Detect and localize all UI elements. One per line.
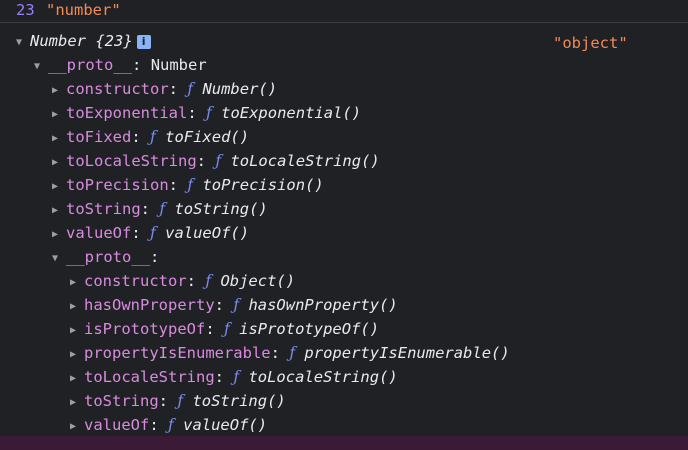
property-key: toFixed [66,128,132,146]
property-row[interactable]: ▶ valueOf: ƒ valueOf() [70,413,267,437]
function-icon: ƒ [177,392,184,410]
property-row[interactable]: ▶ toLocaleString: ƒ toLocaleString() [70,365,398,389]
property-key: toLocaleString [84,368,215,386]
function-icon: ƒ [224,320,230,338]
proto-row-object[interactable]: ▼ __proto__: [52,245,159,269]
property-row[interactable]: ▶ hasOwnProperty: ƒ hasOwnProperty() [70,293,398,317]
function-signature: propertyIsEnumerable() [304,344,510,362]
function-signature: toLocaleString() [248,368,398,386]
function-signature: toExponential() [221,104,362,122]
property-key: toLocaleString [66,152,197,170]
function-signature: Number() [202,80,278,98]
function-signature: toPrecision() [202,176,324,194]
collapsed-triangle-icon[interactable]: ▶ [70,367,84,391]
logged-number: 23 [16,1,35,19]
collapsed-triangle-icon[interactable]: ▶ [52,103,66,127]
function-icon: ƒ [159,200,166,218]
property-row[interactable]: ▶ toString: ƒ toString() [70,389,286,413]
property-key: constructor [84,272,187,290]
collapsed-triangle-icon[interactable]: ▶ [70,319,84,343]
property-key: isPrototypeOf [84,320,206,338]
function-signature: toFixed() [165,128,250,146]
logged-type-string: "number" [46,1,121,19]
expand-triangle-icon[interactable]: ▼ [16,31,30,55]
info-icon[interactable]: i [136,35,151,49]
property-key: toPrecision [66,176,169,194]
property-row[interactable]: ▶ isPrototypeOf: ƒ isPrototypeOf() [70,317,379,341]
property-row[interactable]: ▶ toPrecision: ƒ toPrecision() [52,173,324,197]
property-row[interactable]: ▶ constructor: ƒ Number() [52,77,277,101]
expand-triangle-icon[interactable]: ▼ [52,247,66,271]
function-signature: Object() [220,272,296,290]
root-object-row[interactable]: ▼ Number {23} i [16,29,151,53]
property-row[interactable]: ▶ valueOf: ƒ valueOf() [52,221,249,245]
function-icon: ƒ [150,224,156,242]
collapsed-triangle-icon[interactable]: ▶ [52,223,66,247]
function-icon: ƒ [187,176,194,194]
collapsed-triangle-icon[interactable]: ▶ [52,127,66,151]
console-bottom-bar [0,436,688,450]
collapsed-triangle-icon[interactable]: ▶ [70,271,84,295]
function-icon: ƒ [233,296,240,314]
proto-key: __proto__ [48,56,132,74]
console-log-line: 23 "number" [0,0,688,23]
proto-value: Number [150,56,207,74]
function-icon: ƒ [206,104,212,122]
function-icon: ƒ [205,272,212,290]
collapsed-triangle-icon[interactable]: ▶ [52,175,66,199]
function-icon: ƒ [150,128,156,146]
property-key: toExponential [66,104,188,122]
function-icon: ƒ [168,416,174,434]
proto-key: __proto__ [66,248,150,266]
typeof-result: "object" [553,34,628,52]
collapsed-triangle-icon[interactable]: ▶ [52,79,66,103]
collapsed-triangle-icon[interactable]: ▶ [70,343,84,367]
function-signature: hasOwnProperty() [248,296,398,314]
collapsed-triangle-icon[interactable]: ▶ [70,295,84,319]
property-row[interactable]: ▶ toLocaleString: ƒ toLocaleString() [52,149,380,173]
property-row[interactable]: ▶ toString: ƒ toString() [52,197,268,221]
function-signature: toString() [174,200,268,218]
property-row[interactable]: ▶ constructor: ƒ Object() [70,269,295,293]
object-class-label: Number [30,32,86,50]
property-row[interactable]: ▶ toExponential: ƒ toExponential() [52,101,361,125]
function-icon: ƒ [215,152,222,170]
property-key: toString [84,392,159,410]
function-signature: toLocaleString() [230,152,380,170]
function-signature: toString() [192,392,286,410]
function-signature: valueOf() [183,416,268,434]
function-icon: ƒ [187,80,194,98]
function-icon: ƒ [289,344,296,362]
property-key: constructor [66,80,169,98]
collapsed-triangle-icon[interactable]: ▶ [52,199,66,223]
property-row[interactable]: ▶ toFixed: ƒ toFixed() [52,125,249,149]
expand-triangle-icon[interactable]: ▼ [34,55,48,79]
property-row[interactable]: ▶ propertyIsEnumerable: ƒ propertyIsEnume… [70,341,510,365]
collapsed-triangle-icon[interactable]: ▶ [52,151,66,175]
proto-row-number[interactable]: ▼ __proto__: Number [34,53,207,77]
object-preview: {23} [95,32,133,50]
property-key: valueOf [66,224,132,242]
function-signature: isPrototypeOf() [239,320,380,338]
property-key: valueOf [84,416,150,434]
function-icon: ƒ [233,368,240,386]
collapsed-triangle-icon[interactable]: ▶ [70,391,84,415]
property-key: toString [66,200,141,218]
function-signature: valueOf() [165,224,250,242]
property-key: hasOwnProperty [84,296,215,314]
property-key: propertyIsEnumerable [84,344,271,362]
